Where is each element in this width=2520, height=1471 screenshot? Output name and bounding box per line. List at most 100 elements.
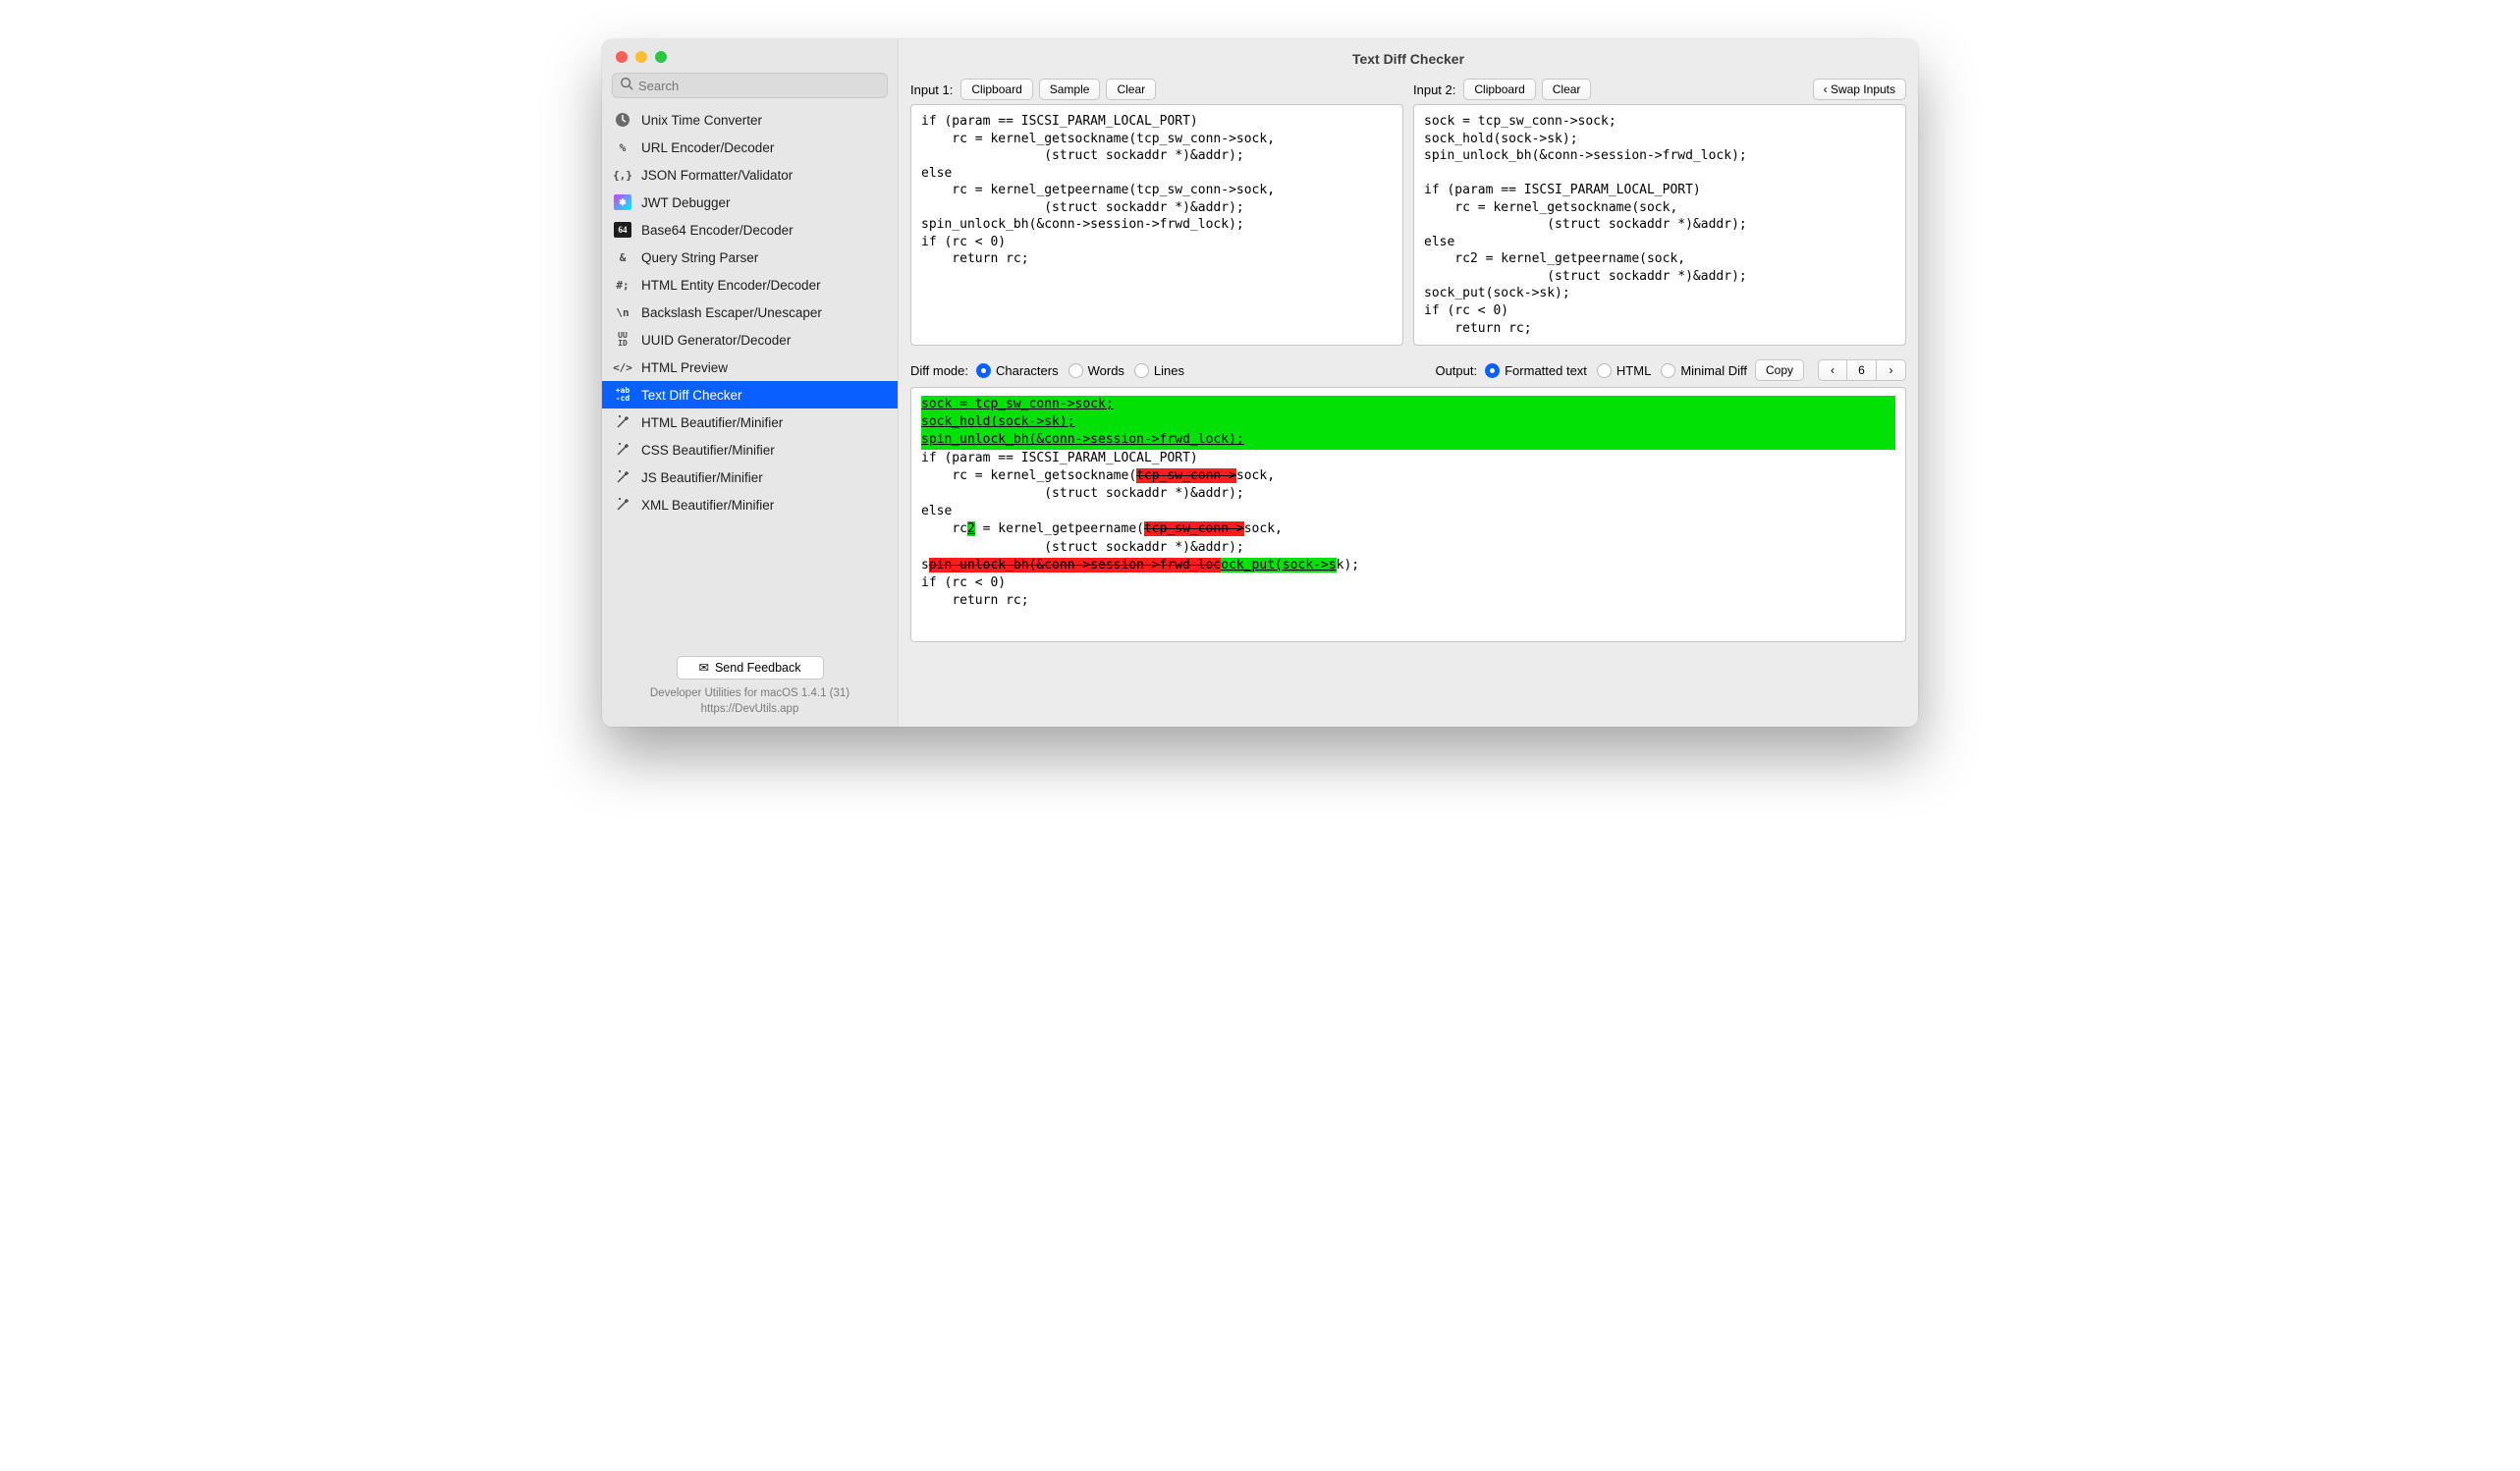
sidebar-item-xml-beautifier-minifier[interactable]: XML Beautifier/Minifier bbox=[602, 491, 898, 518]
jwt-icon: ✱ bbox=[614, 193, 631, 211]
uuid-icon: UUID bbox=[614, 331, 631, 349]
radio-button-icon bbox=[1068, 363, 1083, 378]
sidebar-item-jwt-debugger[interactable]: ✱ JWT Debugger bbox=[602, 189, 898, 216]
input1-clipboard-button[interactable]: Clipboard bbox=[960, 79, 1032, 100]
diff-output[interactable]: sock = tcp_sw_conn->sock; sock_hold(sock… bbox=[910, 387, 1906, 642]
sidebar-item-unix-time-converter[interactable]: Unix Time Converter bbox=[602, 106, 898, 134]
mail-icon: ✉ bbox=[698, 660, 708, 675]
output-format-option-formatted-text[interactable]: Formatted text bbox=[1485, 363, 1587, 378]
sidebar-item-label: JWT Debugger bbox=[641, 195, 731, 210]
diff-nav: ‹ 6 › bbox=[1818, 359, 1906, 381]
chevron-left-icon: ‹ bbox=[1824, 82, 1831, 96]
radio-label: Words bbox=[1088, 363, 1124, 378]
sidebar-item-label: JSON Formatter/Validator bbox=[641, 168, 793, 183]
sidebar-item-html-beautifier-minifier[interactable]: HTML Beautifier/Minifier bbox=[602, 409, 898, 436]
radio-label: Lines bbox=[1154, 363, 1184, 378]
wand-icon bbox=[614, 441, 631, 459]
radio-button-icon bbox=[1597, 363, 1612, 378]
diff-mode-option-lines[interactable]: Lines bbox=[1134, 363, 1184, 378]
sidebar-item-json-formatter-validator[interactable]: {,} JSON Formatter/Validator bbox=[602, 161, 898, 189]
input1-textarea[interactable]: if (param == ISCSI_PARAM_LOCAL_PORT) rc … bbox=[910, 104, 1403, 346]
next-diff-button[interactable]: › bbox=[1877, 359, 1906, 381]
sidebar-item-label: XML Beautifier/Minifier bbox=[641, 498, 774, 513]
diff-inserted: ock_put(sock->s bbox=[1221, 558, 1336, 572]
wand-icon bbox=[614, 468, 631, 486]
app-window: Unix Time Converter% URL Encoder/Decoder {… bbox=[602, 39, 1918, 727]
search-icon bbox=[620, 77, 633, 93]
sidebar-item-label: Backslash Escaper/Unescaper bbox=[641, 305, 822, 320]
diff-deleted: tcp_sw_conn-> bbox=[1144, 521, 1244, 536]
diff-icon: +ab-cd bbox=[614, 386, 631, 404]
send-feedback-button[interactable]: ✉ Send Feedback bbox=[677, 656, 824, 680]
output-format-option-minimal-diff[interactable]: Minimal Diff bbox=[1661, 363, 1747, 378]
input1-label: Input 1: bbox=[910, 82, 953, 97]
input2-column: Input 2: Clipboard Clear ‹ Swap Inputs s… bbox=[1413, 79, 1906, 346]
sidebar-item-label: Query String Parser bbox=[641, 250, 758, 265]
b64-icon: 64 bbox=[614, 221, 631, 239]
swap-inputs-button[interactable]: ‹ Swap Inputs bbox=[1813, 79, 1906, 100]
input2-clear-button[interactable]: Clear bbox=[1542, 79, 1592, 100]
diff-mode-option-words[interactable]: Words bbox=[1068, 363, 1124, 378]
input1-clear-button[interactable]: Clear bbox=[1106, 79, 1156, 100]
sidebar-item-base64-encoder-decoder[interactable]: 64 Base64 Encoder/Decoder bbox=[602, 216, 898, 244]
sidebar-item-js-beautifier-minifier[interactable]: JS Beautifier/Minifier bbox=[602, 463, 898, 491]
diff-inserted: 2 bbox=[967, 521, 975, 536]
input2-textarea[interactable]: sock = tcp_sw_conn->sock; sock_hold(sock… bbox=[1413, 104, 1906, 346]
input1-sample-button[interactable]: Sample bbox=[1039, 79, 1101, 100]
diff-inserted-block: sock = tcp_sw_conn->sock; sock_hold(sock… bbox=[921, 396, 1895, 450]
sidebar-item-text-diff-checker[interactable]: +ab-cdText Diff Checker bbox=[602, 381, 898, 409]
sidebar-item-label: Unix Time Converter bbox=[641, 113, 762, 128]
radio-label: Characters bbox=[996, 363, 1059, 378]
radio-button-icon bbox=[1485, 363, 1500, 378]
tags-icon: </> bbox=[614, 358, 631, 376]
radio-button-icon bbox=[976, 363, 991, 378]
page-title: Text Diff Checker bbox=[899, 39, 1918, 79]
app-meta-line2: https://DevUtils.app bbox=[602, 701, 898, 717]
sidebar-item-label: Base64 Encoder/Decoder bbox=[641, 223, 794, 238]
swap-inputs-label: Swap Inputs bbox=[1831, 82, 1895, 96]
wand-icon bbox=[614, 496, 631, 514]
sidebar-item-css-beautifier-minifier[interactable]: CSS Beautifier/Minifier bbox=[602, 436, 898, 463]
app-meta-line1: Developer Utilities for macOS 1.4.1 (31) bbox=[602, 685, 898, 701]
sidebar: Unix Time Converter% URL Encoder/Decoder {… bbox=[602, 39, 899, 727]
output-format-option-html[interactable]: HTML bbox=[1597, 363, 1651, 378]
sidebar-item-backslash-escaper-unescaper[interactable]: \n Backslash Escaper/Unescaper bbox=[602, 299, 898, 326]
radio-label: HTML bbox=[1616, 363, 1651, 378]
input2-label: Input 2: bbox=[1413, 82, 1455, 97]
minimize-window-button[interactable] bbox=[635, 51, 647, 63]
diff-mode-label: Diff mode: bbox=[910, 363, 968, 378]
wand-icon bbox=[614, 413, 631, 431]
send-feedback-label: Send Feedback bbox=[715, 661, 801, 675]
sidebar-item-query-string-parser[interactable]: &Query String Parser bbox=[602, 244, 898, 271]
sidebar-item-label: JS Beautifier/Minifier bbox=[641, 470, 763, 485]
sidebar-item-label: HTML Preview bbox=[641, 360, 728, 375]
sidebar-item-url-encoder-decoder[interactable]: % URL Encoder/Decoder bbox=[602, 134, 898, 161]
radio-button-icon bbox=[1661, 363, 1675, 378]
radio-label: Minimal Diff bbox=[1680, 363, 1747, 378]
percent-icon: % bbox=[614, 138, 631, 156]
sidebar-item-label: HTML Entity Encoder/Decoder bbox=[641, 278, 821, 293]
close-window-button[interactable] bbox=[616, 51, 628, 63]
bslash-icon: \n bbox=[614, 303, 631, 321]
diff-mode-option-characters[interactable]: Characters bbox=[976, 363, 1059, 378]
sidebar-item-html-entity-encoder-decoder[interactable]: #;HTML Entity Encoder/Decoder bbox=[602, 271, 898, 299]
diff-count: 6 bbox=[1847, 359, 1877, 381]
tool-list: Unix Time Converter% URL Encoder/Decoder {… bbox=[602, 106, 898, 648]
zoom-window-button[interactable] bbox=[655, 51, 667, 63]
search-input[interactable] bbox=[612, 73, 888, 98]
copy-button[interactable]: Copy bbox=[1755, 359, 1804, 381]
sidebar-item-uuid-generator-decoder[interactable]: UUID UUID Generator/Decoder bbox=[602, 326, 898, 354]
sidebar-item-label: URL Encoder/Decoder bbox=[641, 140, 774, 155]
chevron-left-icon: ‹ bbox=[1831, 363, 1835, 377]
diff-deleted: pin_unlock_bh(&conn->session->frwd_loc bbox=[929, 558, 1221, 572]
prev-diff-button[interactable]: ‹ bbox=[1818, 359, 1847, 381]
sidebar-item-label: HTML Beautifier/Minifier bbox=[641, 415, 783, 430]
sidebar-item-label: UUID Generator/Decoder bbox=[641, 333, 791, 348]
input2-clipboard-button[interactable]: Clipboard bbox=[1463, 79, 1535, 100]
output-label: Output: bbox=[1435, 363, 1477, 378]
sidebar-item-html-preview[interactable]: </> HTML Preview bbox=[602, 354, 898, 381]
amp-icon: & bbox=[614, 248, 631, 266]
main-panel: Text Diff Checker Input 1: Clipboard Sam… bbox=[899, 39, 1918, 727]
braces-icon: {,} bbox=[614, 166, 631, 184]
input1-column: Input 1: Clipboard Sample Clear if (para… bbox=[910, 79, 1403, 346]
